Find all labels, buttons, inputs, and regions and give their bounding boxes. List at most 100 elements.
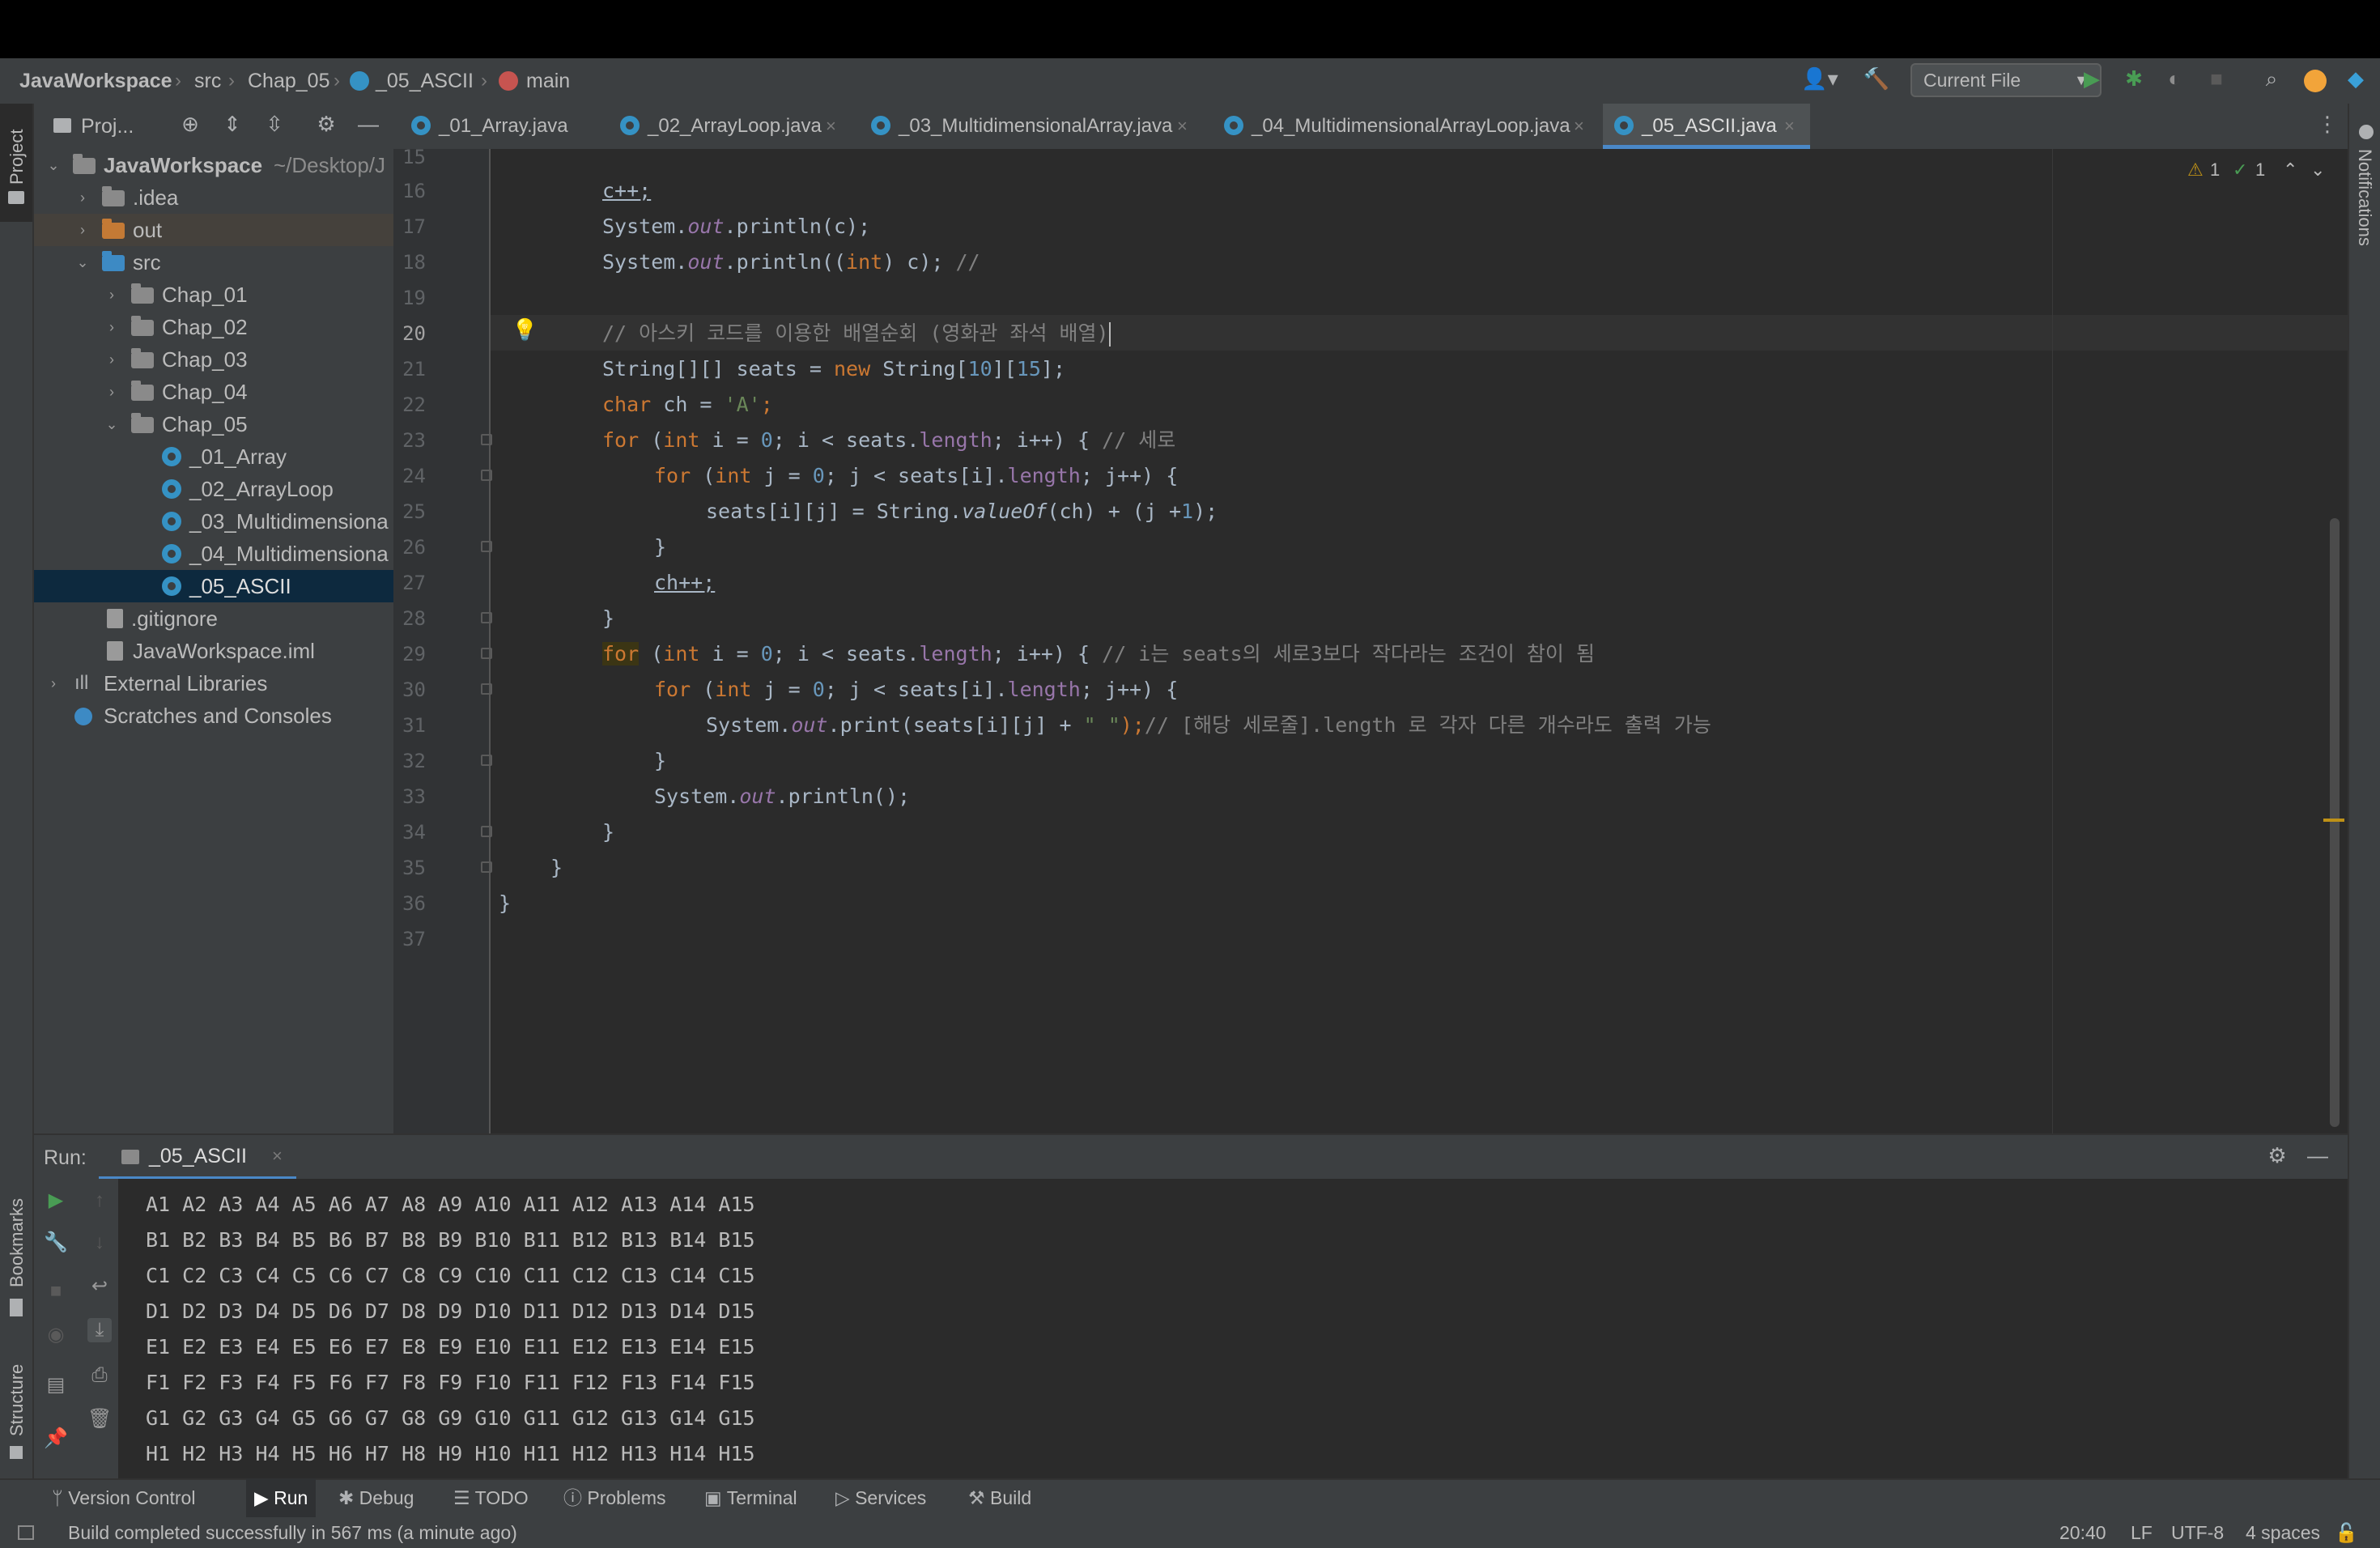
search-icon[interactable]: ⌕: [2257, 66, 2286, 92]
line-separator[interactable]: LF: [2131, 1517, 2153, 1548]
tab-02-arrayloop[interactable]: _02_ArrayLoop.java ×: [609, 104, 852, 149]
chevron-down-icon[interactable]: ⌄: [74, 246, 91, 279]
fold-marker-icon[interactable]: [481, 648, 492, 659]
chevron-down-icon[interactable]: ⌄: [104, 408, 120, 440]
fold-marker-icon[interactable]: [481, 755, 492, 766]
coverage-icon[interactable]: ◐: [2160, 66, 2189, 91]
notifications-bell-icon[interactable]: [2359, 125, 2374, 139]
run-tab[interactable]: _05_ASCII ×: [99, 1135, 296, 1180]
collapse-all-icon[interactable]: ⇳: [261, 112, 288, 137]
tree-item-chap02[interactable]: › Chap_02: [34, 311, 393, 343]
stop-icon[interactable]: ■: [44, 1279, 68, 1303]
close-icon[interactable]: ×: [1574, 104, 1584, 149]
breadcrumb-class[interactable]: _05_ASCII: [376, 58, 474, 104]
update-icon[interactable]: [2304, 70, 2327, 92]
fold-marker-icon[interactable]: [481, 612, 492, 623]
tool-window-services[interactable]: ▷ Services: [835, 1478, 926, 1517]
build-hammer-icon[interactable]: 🔨: [1862, 66, 1891, 91]
tree-item-chap05[interactable]: ⌄ Chap_05: [34, 408, 393, 440]
caret-position[interactable]: 20:40: [2059, 1517, 2106, 1548]
run-play-icon[interactable]: ▶: [2077, 66, 2106, 91]
chevron-right-icon[interactable]: ›: [74, 181, 91, 214]
warning-stripe-marker[interactable]: [2323, 819, 2344, 822]
more-options-icon[interactable]: ⋮: [2315, 112, 2340, 137]
run-configuration-select[interactable]: Current File ▼: [1910, 63, 2102, 97]
lock-icon[interactable]: 🔓: [2335, 1517, 2358, 1548]
tree-item-src[interactable]: ⌄ src: [34, 246, 393, 279]
fold-marker-icon[interactable]: [481, 826, 492, 837]
tree-item-chap03[interactable]: › Chap_03: [34, 343, 393, 376]
tree-item-scratches[interactable]: Scratches and Consoles: [34, 700, 393, 732]
layout-icon[interactable]: ▤: [44, 1373, 68, 1397]
editor-scrollbar[interactable]: [2330, 518, 2340, 1127]
chevron-right-icon[interactable]: ›: [45, 667, 62, 700]
tool-window-terminal[interactable]: ▣ Terminal: [704, 1478, 797, 1517]
project-stripe-button[interactable]: Project: [0, 104, 32, 222]
tree-item-out[interactable]: › out: [34, 214, 393, 246]
indent-setting[interactable]: 4 spaces: [2246, 1517, 2320, 1548]
chevron-right-icon[interactable]: ›: [104, 343, 120, 376]
tree-item-chap01[interactable]: › Chap_01: [34, 279, 393, 311]
tree-item-gitignore[interactable]: .gitignore: [34, 602, 393, 635]
tree-item-class[interactable]: _03_Multidimensiona: [34, 505, 393, 538]
breadcrumb-method[interactable]: main: [526, 58, 570, 104]
structure-icon[interactable]: [10, 1446, 23, 1459]
fold-marker-icon[interactable]: [481, 861, 492, 873]
chevron-right-icon[interactable]: ›: [104, 279, 120, 311]
status-message[interactable]: Build completed successfully in 567 ms (…: [68, 1517, 517, 1548]
tool-window-run[interactable]: ▶ Run: [246, 1478, 317, 1517]
tree-item-chap04[interactable]: › Chap_04: [34, 376, 393, 408]
wrench-icon[interactable]: 🔧: [44, 1231, 68, 1255]
tab-05-ascii[interactable]: _05_ASCII.java ×: [1603, 104, 1810, 149]
camera-icon[interactable]: ◉: [44, 1323, 68, 1347]
gear-icon[interactable]: ⚙: [312, 112, 340, 137]
lightbulb-icon[interactable]: 💡: [512, 317, 538, 342]
tree-item-external-libraries[interactable]: › ıll External Libraries: [34, 667, 393, 700]
close-icon[interactable]: ×: [1784, 104, 1795, 149]
tree-item-class[interactable]: _02_ArrayLoop: [34, 473, 393, 505]
fold-marker-icon[interactable]: [481, 434, 492, 445]
stop-icon[interactable]: ■: [2202, 66, 2231, 91]
arrow-up-icon[interactable]: ↑: [87, 1189, 112, 1213]
structure-stripe-label[interactable]: Structure: [6, 1364, 28, 1436]
bookmark-icon[interactable]: [10, 1299, 23, 1316]
inspection-widget[interactable]: ⚠ 1 ✓ 1 ⌃ ⌄: [2186, 154, 2340, 186]
tree-item-idea[interactable]: › .idea: [34, 181, 393, 214]
scroll-to-end-icon[interactable]: ⤓: [87, 1318, 112, 1342]
tree-item-javaworkspace[interactable]: ⌄ JavaWorkspace ~/Desktop/J: [34, 149, 393, 181]
tool-window-version-control[interactable]: ᛘ Version Control: [52, 1478, 195, 1517]
fold-marker-icon[interactable]: [481, 541, 492, 552]
fold-marker-icon[interactable]: [481, 470, 492, 481]
tool-window-problems[interactable]: ⓘ Problems: [563, 1478, 666, 1517]
print-icon[interactable]: ⎙: [87, 1363, 112, 1388]
tool-window-todo[interactable]: ☰ TODO: [453, 1478, 529, 1517]
rerun-icon[interactable]: ▶: [44, 1189, 68, 1213]
bookmarks-stripe-label[interactable]: Bookmarks: [6, 1198, 28, 1287]
close-icon[interactable]: ×: [272, 1135, 283, 1177]
tab-04-multidimensional-loop[interactable]: _04_MultidimensionalArrayLoop.java ×: [1213, 104, 1601, 149]
user-icon[interactable]: 👤▾: [1796, 66, 1844, 91]
chevron-down-icon[interactable]: ⌄: [45, 149, 62, 181]
tool-window-debug[interactable]: ✱ Debug: [338, 1478, 414, 1517]
chevron-right-icon[interactable]: ›: [74, 214, 91, 246]
project-panel-title[interactable]: Proj...: [81, 104, 134, 149]
file-encoding[interactable]: UTF-8: [2171, 1517, 2224, 1548]
minimize-icon[interactable]: —: [355, 112, 382, 137]
gear-icon[interactable]: ⚙: [2263, 1143, 2291, 1168]
close-icon[interactable]: ×: [1177, 104, 1188, 149]
tree-item-class-selected[interactable]: _05_ASCII: [34, 570, 393, 602]
tool-windows-toggle-icon[interactable]: [18, 1525, 34, 1540]
tab-01-array[interactable]: _01_Array.java: [400, 104, 588, 149]
minimize-icon[interactable]: —: [2304, 1143, 2331, 1168]
soft-wrap-icon[interactable]: ↩: [87, 1274, 112, 1299]
chevron-right-icon[interactable]: ›: [104, 311, 120, 343]
tree-item-class[interactable]: _04_Multidimensiona: [34, 538, 393, 570]
locate-icon[interactable]: ⊕: [176, 112, 204, 137]
breadcrumb-chapter[interactable]: Chap_05: [248, 58, 329, 104]
chevron-up-icon[interactable]: ⌃: [2283, 154, 2297, 186]
arrow-down-icon[interactable]: ↓: [87, 1231, 112, 1255]
toolbox-icon[interactable]: ◆: [2340, 66, 2372, 91]
breadcrumb-src[interactable]: src: [194, 58, 221, 104]
close-icon[interactable]: ×: [826, 104, 836, 149]
pin-icon[interactable]: 📌: [44, 1427, 68, 1451]
